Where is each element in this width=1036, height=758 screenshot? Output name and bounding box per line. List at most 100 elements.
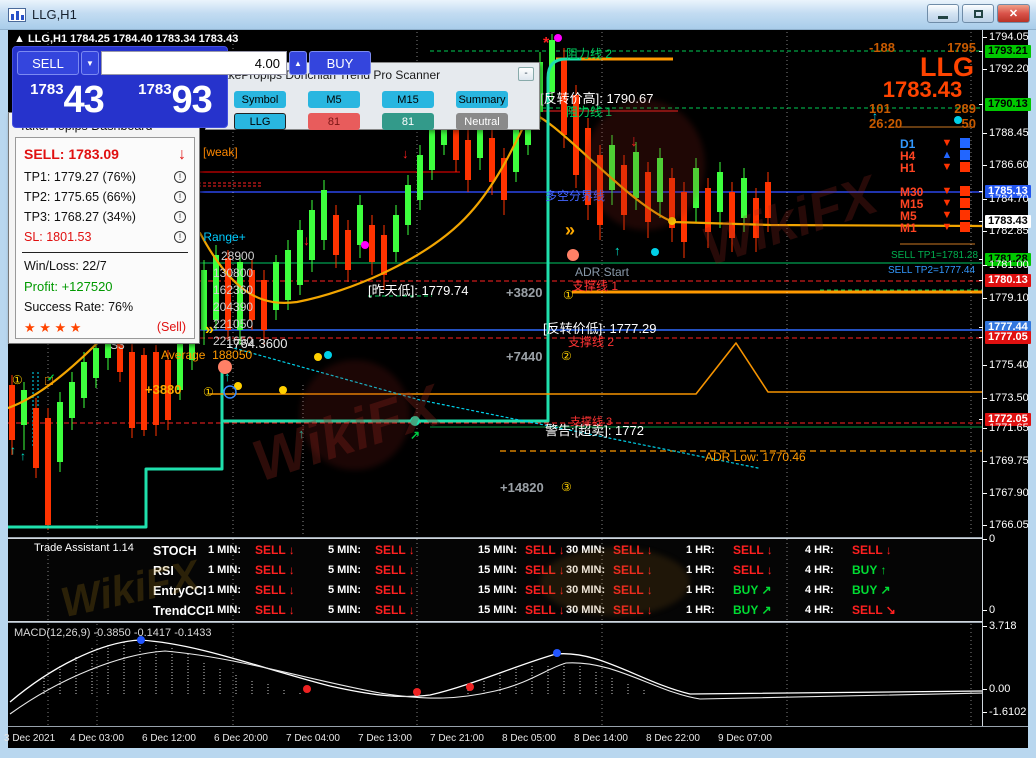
price-tick: 0 [982, 604, 996, 616]
candle-body [405, 185, 411, 225]
price-tick: 1777.05 [979, 331, 1031, 344]
candle-body [21, 390, 27, 425]
chart-icon [8, 7, 26, 22]
scanner-col-button-m15[interactable]: M15 [382, 91, 434, 108]
price-tick: 1779.10 [983, 292, 1029, 304]
price-tick: 3.718 [983, 620, 1017, 632]
candle-body [765, 182, 771, 218]
scanner-value-cell[interactable]: Neutral [456, 113, 508, 130]
buy-button[interactable]: BUY [309, 51, 371, 75]
price-tick: 1784.70 [983, 193, 1029, 205]
candle-body [717, 172, 723, 212]
candle-body [357, 205, 363, 245]
signal-dot [651, 248, 659, 256]
trade-pane-grid [47, 539, 788, 621]
time-axis-label: 3 Dec 2021 [4, 733, 56, 744]
time-axis-label: 8 Dec 14:00 [574, 733, 628, 744]
scanner-col-button-summary[interactable]: Summary [456, 91, 508, 108]
time-axis-label: 4 Dec 03:00 [70, 733, 124, 744]
lots-input[interactable] [101, 51, 287, 75]
candle-body [393, 215, 399, 252]
signal-square-icon [960, 186, 970, 196]
candle-body [213, 255, 219, 320]
scanner-col-button-symbol[interactable]: Symbol [234, 91, 286, 108]
signal-square-icon [960, 138, 970, 148]
candle-body [705, 188, 711, 232]
buy-price[interactable]: 178393 [121, 79, 229, 122]
time-axis-label: 7 Dec 04:00 [286, 733, 340, 744]
candle-body [561, 58, 567, 135]
candle-body [753, 198, 759, 238]
macd-signal-dot [553, 649, 561, 657]
candle-body [225, 258, 231, 330]
candle-body [381, 235, 387, 275]
scanner-value-cell[interactable]: 81 [308, 113, 360, 130]
info-icon[interactable]: ! [174, 171, 186, 183]
candle-body [585, 128, 591, 205]
macd-line [9, 639, 982, 703]
signal-dot [567, 249, 579, 261]
close-button[interactable]: ✕ [997, 4, 1030, 23]
signal-ring [223, 385, 237, 399]
price-tick: 1780.13 [979, 274, 1031, 287]
signal-square-icon [960, 222, 970, 232]
price-tick: 1773.50 [983, 392, 1029, 404]
lots-increase-button[interactable]: ▲ [289, 51, 307, 75]
window-title: LLG,H1 [32, 7, 77, 22]
scanner-minimize-button[interactable]: - [518, 67, 534, 81]
candle-body [609, 145, 615, 190]
candle-body [333, 215, 339, 255]
pane-separator[interactable] [8, 537, 1028, 538]
lots-decrease-button[interactable]: ▼ [81, 51, 99, 75]
time-axis-label: 7 Dec 13:00 [358, 733, 412, 744]
info-icon[interactable]: ! [174, 191, 186, 203]
takepropips-dashboard: TakePropips Dashboard SELL: 1783.09 ↓ TP… [8, 112, 200, 344]
candle-body [693, 168, 699, 208]
info-icon[interactable]: ! [174, 211, 186, 223]
scanner-value-cell[interactable]: 81 [382, 113, 434, 130]
indicator-line [209, 342, 982, 395]
price-tick: 1782.85 [983, 225, 1029, 237]
signal-dot [324, 351, 332, 359]
price-tick: 1794.05 [983, 31, 1029, 43]
info-icon[interactable]: ! [174, 231, 186, 243]
macd-label: MACD(12,26,9) -0.3850 -0.1417 -0.1433 [14, 627, 212, 639]
price-tick: 1767.90 [983, 487, 1029, 499]
candle-body [729, 192, 735, 238]
price-tick: 1766.05 [983, 519, 1029, 531]
time-axis-label: 9 Dec 07:00 [718, 733, 772, 744]
candle-body [321, 190, 327, 240]
candle-body [69, 382, 75, 418]
time-axis-label: 8 Dec 05:00 [502, 733, 556, 744]
signal-side: (Sell) [156, 320, 186, 334]
sell-price[interactable]: 178343 [13, 79, 121, 122]
scanner-col-button-m5[interactable]: M5 [308, 91, 360, 108]
candle-body [429, 125, 435, 170]
scanner-value-cell[interactable]: LLG [234, 113, 286, 130]
candle-body [489, 138, 495, 182]
price-tick: 1786.60 [983, 159, 1029, 171]
app-window: LLG,H1 ✕ ▲ LLG,H1 1784.25 1784.40 1783.3… [0, 0, 1036, 758]
candle-body [465, 140, 471, 180]
candle-body [573, 95, 579, 175]
minimize-button[interactable] [927, 4, 959, 23]
sell-button[interactable]: SELL [17, 51, 79, 75]
candle-body [141, 355, 147, 430]
dashboard-tp-row: TP1: 1779.27 (76%)! [24, 170, 186, 184]
time-axis: 3 Dec 2021 4 Dec 03:00 6 Dec 12:00 6 Dec 20… [4, 726, 1028, 748]
signal-square-icon [960, 198, 970, 208]
candle-body [345, 230, 351, 270]
macd-signal-dot [303, 685, 311, 693]
candle-body [33, 408, 39, 468]
maximize-button[interactable] [962, 4, 994, 23]
price-tick: 1788.45 [983, 127, 1029, 139]
candle-body [633, 152, 639, 198]
pane-separator[interactable] [8, 622, 1028, 623]
candle-body [417, 155, 423, 200]
symbol-info-block: -188 1795 LLG 1783.43 101 289 26:20 50 [865, 40, 980, 131]
signal-dot [279, 386, 287, 394]
signal-square-icon [960, 210, 970, 220]
candle-body [165, 360, 171, 420]
time-axis-label: 7 Dec 21:00 [430, 733, 484, 744]
candle-body [261, 280, 267, 330]
